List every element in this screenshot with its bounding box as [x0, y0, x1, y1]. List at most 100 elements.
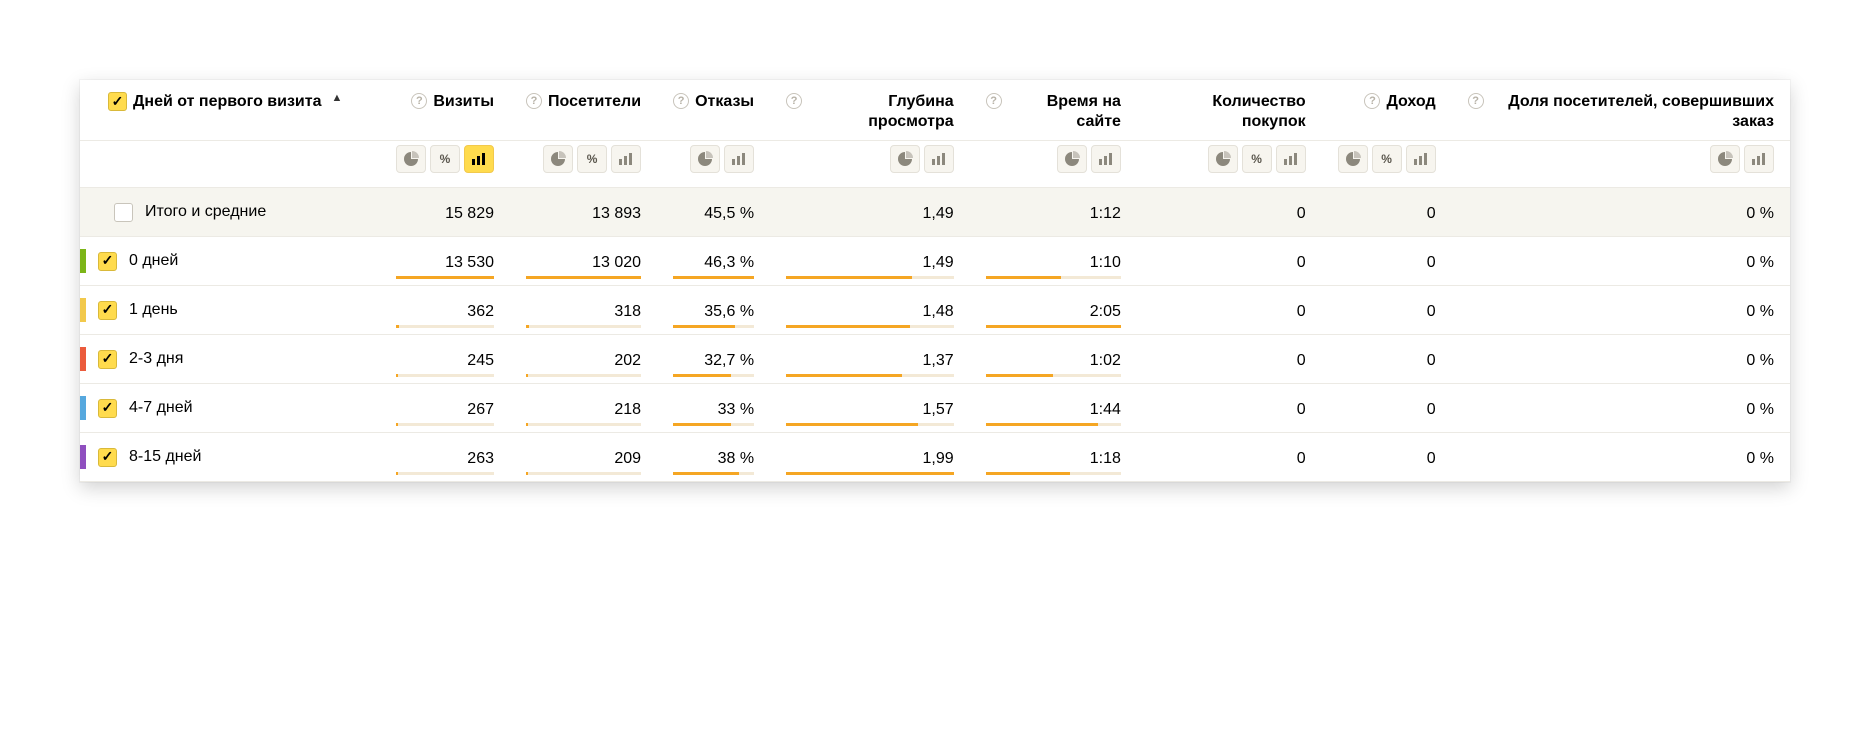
cell-visits: 15 829 — [380, 188, 510, 237]
cell-time: 1:02 — [970, 335, 1137, 384]
help-icon[interactable]: ? — [986, 93, 1002, 109]
cell-time: 1:10 — [970, 237, 1137, 286]
cell-purchases: 0 — [1137, 335, 1322, 384]
cell-value: 0 — [1153, 348, 1306, 370]
table-row: 4-7 дней26721833 %1,571:44000 % — [80, 384, 1790, 433]
pct-toggle[interactable]: % — [577, 145, 607, 173]
pie-toggle[interactable] — [1338, 145, 1368, 173]
col-tools-dim — [80, 141, 380, 188]
inline-bar-fill — [396, 325, 399, 328]
select-all-checkbox[interactable] — [108, 92, 127, 111]
help-icon[interactable]: ? — [411, 93, 427, 109]
col-header-visits[interactable]: ? Визиты — [380, 80, 510, 141]
col-header-time[interactable]: ?Время на сайте — [970, 80, 1137, 141]
help-icon[interactable]: ? — [673, 93, 689, 109]
cell-conv: 0 % — [1452, 433, 1790, 482]
help-icon[interactable]: ? — [1468, 93, 1484, 109]
help-icon[interactable]: ? — [526, 93, 542, 109]
row-checkbox[interactable] — [98, 399, 117, 418]
col-header-dim[interactable]: Дней от первого визита▲ — [80, 80, 380, 141]
inline-bar-fill — [786, 276, 912, 279]
pct-toggle[interactable]: % — [430, 145, 460, 173]
table-row: 0 дней13 53013 02046,3 %1,491:10000 % — [80, 237, 1790, 286]
inline-bar-track — [526, 374, 641, 377]
col-header-depth[interactable]: ?Глубина просмотра — [770, 80, 970, 141]
col-header-purchases[interactable]: Количество покупок — [1137, 80, 1322, 141]
row-header: 4-7 дней — [80, 384, 380, 433]
row-label: Итого и средние — [145, 203, 266, 221]
cell-purchases: 0 — [1137, 286, 1322, 335]
inline-bar-fill — [526, 276, 641, 279]
inline-bar-track — [396, 325, 494, 328]
inline-bar-track — [396, 374, 494, 377]
cell-value: 46,3 % — [673, 250, 754, 272]
cell-value: 1,57 — [786, 397, 954, 419]
cell-value: 267 — [396, 397, 494, 419]
help-icon[interactable]: ? — [786, 93, 802, 109]
pie-toggle[interactable] — [890, 145, 920, 173]
inline-bar-fill — [786, 374, 902, 377]
cell-value: 1,49 — [786, 250, 954, 272]
pie-toggle[interactable] — [1057, 145, 1087, 173]
cell-revenue: 0 — [1322, 286, 1452, 335]
pie-toggle[interactable] — [690, 145, 720, 173]
cell-value: 0 — [1338, 446, 1436, 468]
help-icon[interactable]: ? — [1364, 93, 1380, 109]
col-header-visitors[interactable]: ?Посетители — [510, 80, 657, 141]
row-checkbox[interactable] — [114, 203, 133, 222]
pie-toggle[interactable] — [396, 145, 426, 173]
col-header-revenue[interactable]: ?Доход — [1322, 80, 1452, 141]
inline-bar-fill — [986, 276, 1062, 279]
cell-value: 13 020 — [526, 250, 641, 272]
bars-toggle[interactable] — [1406, 145, 1436, 173]
pct-toggle[interactable]: % — [1242, 145, 1272, 173]
cell-value: 1:10 — [986, 250, 1121, 272]
bars-toggle[interactable] — [611, 145, 641, 173]
pie-toggle[interactable] — [543, 145, 573, 173]
table-row: 1 день36231835,6 %1,482:05000 % — [80, 286, 1790, 335]
bars-toggle[interactable] — [1276, 145, 1306, 173]
bars-toggle[interactable] — [464, 145, 494, 173]
row-label[interactable]: 1 день — [129, 301, 178, 319]
row-label[interactable]: 2-3 дня — [129, 350, 183, 368]
cell-depth: 1,99 — [770, 433, 970, 482]
row-label[interactable]: 8-15 дней — [129, 448, 201, 466]
cell-revenue: 0 — [1322, 433, 1452, 482]
inline-bar-fill — [786, 472, 954, 475]
cell-value: 15 829 — [396, 201, 494, 223]
cell-visitors: 13 020 — [510, 237, 657, 286]
bars-toggle[interactable] — [924, 145, 954, 173]
cell-value: 209 — [526, 446, 641, 468]
cell-visitors: 13 893 — [510, 188, 657, 237]
inline-bar-fill — [673, 472, 739, 475]
cell-value: 0 — [1153, 446, 1306, 468]
bars-toggle[interactable] — [1744, 145, 1774, 173]
cell-value: 0 — [1338, 299, 1436, 321]
pie-toggle[interactable] — [1710, 145, 1740, 173]
inline-bar-fill — [526, 472, 528, 475]
cell-depth: 1,48 — [770, 286, 970, 335]
col-label: Визиты — [433, 92, 494, 112]
row-checkbox[interactable] — [98, 301, 117, 320]
pct-toggle[interactable]: % — [1372, 145, 1402, 173]
inline-bar-fill — [396, 276, 494, 279]
cell-time: 2:05 — [970, 286, 1137, 335]
row-checkbox[interactable] — [98, 448, 117, 467]
row-header: 2-3 дня — [80, 335, 380, 384]
cell-value: 1,48 — [786, 299, 954, 321]
col-header-conv[interactable]: ?Доля посетителей, совершивших заказ — [1452, 80, 1790, 141]
row-label[interactable]: 0 дней — [129, 252, 178, 270]
cell-purchases: 0 — [1137, 188, 1322, 237]
row-checkbox[interactable] — [98, 252, 117, 271]
row-checkbox[interactable] — [98, 350, 117, 369]
cell-purchases: 0 — [1137, 237, 1322, 286]
pie-toggle[interactable] — [1208, 145, 1238, 173]
inline-bar-fill — [673, 423, 731, 426]
col-header-bounce[interactable]: ?Отказы — [657, 80, 770, 141]
inline-bar-track — [526, 423, 641, 426]
row-label[interactable]: 4-7 дней — [129, 399, 193, 417]
report-table: Дней от первого визита▲? Визиты ?Посетител… — [80, 80, 1790, 482]
cell-depth: 1,49 — [770, 237, 970, 286]
bars-toggle[interactable] — [1091, 145, 1121, 173]
bars-toggle[interactable] — [724, 145, 754, 173]
